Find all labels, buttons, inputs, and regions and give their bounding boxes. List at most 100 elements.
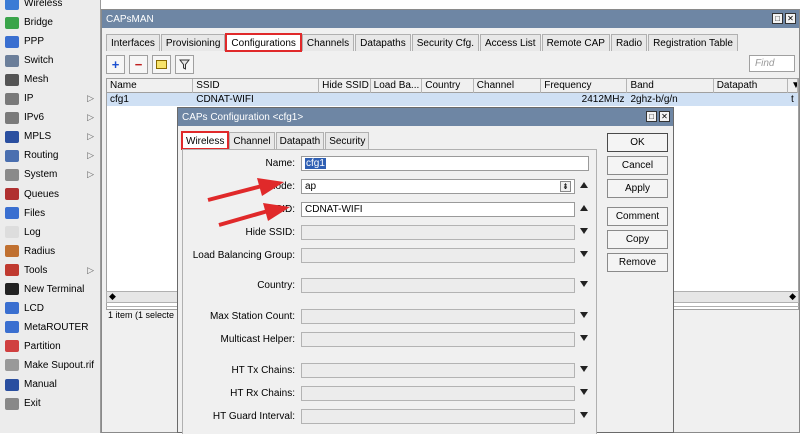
expand-down-icon[interactable]	[580, 389, 588, 395]
ok-button[interactable]: OK	[607, 133, 668, 152]
find-input[interactable]: Find	[749, 55, 795, 72]
copy-button[interactable]: Copy	[607, 230, 668, 249]
sidebar-item-metarouter[interactable]: MetaROUTER	[0, 318, 100, 337]
add-button[interactable]: +	[106, 55, 125, 74]
tab-security[interactable]: Security	[325, 132, 370, 149]
ht-guard-field[interactable]	[301, 409, 575, 424]
collapse-up-icon[interactable]	[580, 182, 588, 188]
table-row[interactable]: cfg1 CDNAT-WIFI 2412MHz 2ghz-b/g/n t	[107, 93, 798, 106]
multicast-field[interactable]	[301, 332, 575, 347]
tab-datapath[interactable]: Datapath	[275, 132, 325, 149]
column-header[interactable]: Datapath	[714, 79, 789, 93]
hide-ssid-field[interactable]	[301, 225, 575, 240]
country-field[interactable]	[301, 278, 575, 293]
sidebar-item-tools[interactable]: Tools ▷	[0, 261, 100, 280]
partition-icon	[5, 340, 19, 353]
expand-down-icon[interactable]	[580, 251, 588, 257]
comment-icon[interactable]	[152, 55, 171, 74]
capsman-titlebar[interactable]: CAPsMAN □ ✕	[102, 10, 799, 28]
scroll-right-icon[interactable]: ◆	[789, 291, 796, 302]
cell-channel	[474, 93, 541, 106]
tab-wireless[interactable]: Wireless	[180, 131, 230, 150]
scroll-left-icon[interactable]: ◆	[109, 291, 116, 302]
mode-select[interactable]: ap ⇟	[301, 179, 575, 194]
tab-datapaths[interactable]: Datapaths	[355, 34, 411, 51]
sidebar-item-label: System	[24, 169, 58, 181]
tab-registration-table[interactable]: Registration Table	[648, 34, 738, 51]
maximize-icon[interactable]: □	[646, 111, 657, 122]
column-header[interactable]: Country	[422, 79, 474, 93]
dialog-titlebar[interactable]: CAPs Configuration <cfg1> □ ✕	[178, 108, 673, 126]
expand-down-icon[interactable]	[580, 312, 588, 318]
remove-button[interactable]: Remove	[607, 253, 668, 272]
wireless-icon	[5, 0, 19, 10]
ht-tx-field[interactable]	[301, 363, 575, 378]
column-menu-icon[interactable]: ▼	[788, 79, 798, 93]
sidebar-item-lcd[interactable]: LCD	[0, 299, 100, 318]
sidebar-item-routing[interactable]: Routing ▷	[0, 146, 100, 165]
sidebar-item-label: Exit	[24, 398, 41, 410]
apply-button[interactable]: Apply	[607, 179, 668, 198]
expand-down-icon[interactable]	[580, 366, 588, 372]
sidebar-item-files[interactable]: Files	[0, 204, 100, 223]
name-field[interactable]: cfg1	[301, 156, 589, 171]
sidebar-item-wireless[interactable]: Wireless	[0, 0, 100, 13]
tab-security-cfg[interactable]: Security Cfg.	[411, 34, 479, 51]
tab-radio[interactable]: Radio	[610, 34, 648, 51]
cell-overflow: t	[791, 94, 794, 105]
sidebar-item-log[interactable]: Log	[0, 223, 100, 242]
load-balancing-field[interactable]	[301, 248, 575, 263]
column-header[interactable]: Frequency	[541, 79, 628, 93]
expand-down-icon[interactable]	[580, 412, 588, 418]
expand-down-icon[interactable]	[580, 281, 588, 287]
column-header[interactable]: SSID	[193, 79, 320, 93]
cancel-button[interactable]: Cancel	[607, 156, 668, 175]
ht-rx-field[interactable]	[301, 386, 575, 401]
sidebar-item-mpls[interactable]: MPLS ▷	[0, 127, 100, 146]
sidebar-item-system[interactable]: System ▷	[0, 165, 100, 184]
collapse-up-icon[interactable]	[580, 205, 588, 211]
maximize-icon[interactable]: □	[772, 13, 783, 24]
column-header[interactable]: Hide SSID	[319, 79, 371, 93]
tab-channel[interactable]: Channel	[229, 132, 275, 149]
max-station-field[interactable]	[301, 309, 575, 324]
dropdown-icon[interactable]: ⇟	[560, 181, 571, 192]
sidebar-item-queues[interactable]: Queues	[0, 185, 100, 204]
sidebar-item-ipv6[interactable]: IPv6 ▷	[0, 108, 100, 127]
tab-interfaces[interactable]: Interfaces	[106, 34, 160, 51]
tab-channels[interactable]: Channels	[301, 34, 355, 51]
cell-datapath	[714, 93, 788, 106]
sidebar-item-radius[interactable]: Radius	[0, 242, 100, 261]
comment-button[interactable]: Comment	[607, 207, 668, 226]
sidebar-item-ppp[interactable]: PPP	[0, 32, 100, 51]
sidebar-item-label: Wireless	[24, 0, 63, 9]
table-header: Name SSID Hide SSID Load Ba... Country Channe…	[107, 79, 798, 93]
sidebar-item-exit[interactable]: Exit	[0, 394, 100, 413]
sidebar-item-make-supout-rif[interactable]: Make Supout.rif	[0, 356, 100, 375]
sidebar-item-manual[interactable]: Manual	[0, 375, 100, 394]
column-header[interactable]: Channel	[474, 79, 542, 93]
sidebar-item-new-terminal[interactable]: New Terminal	[0, 280, 100, 299]
sidebar-item-ip[interactable]: IP ▷	[0, 89, 100, 108]
remove-button[interactable]: −	[129, 55, 148, 74]
tab-access-list[interactable]: Access List	[480, 34, 541, 51]
filter-icon[interactable]	[175, 55, 194, 74]
tab-provisioning[interactable]: Provisioning	[160, 34, 226, 51]
tab-remote-cap[interactable]: Remote CAP	[541, 34, 610, 51]
close-icon[interactable]: ✕	[659, 111, 670, 122]
expand-down-icon[interactable]	[580, 335, 588, 341]
sidebar-item-mesh[interactable]: Mesh	[0, 70, 100, 89]
tab-configurations[interactable]: Configurations	[225, 33, 302, 52]
sidebar-item-switch[interactable]: Switch	[0, 51, 100, 70]
column-header[interactable]: Load Ba...	[371, 79, 423, 93]
ssid-field[interactable]: CDNAT-WIFI	[301, 202, 575, 217]
sidebar-item-bridge[interactable]: Bridge	[0, 13, 100, 32]
sidebar-menu: Wireless Bridge PPP Switch Mesh IP ▷ IPv6 ▷ MPLS ▷…	[0, 0, 101, 433]
capsman-tabs: Interfaces Provisioning Configurations Chan…	[106, 33, 739, 52]
expand-down-icon[interactable]	[580, 228, 588, 234]
sidebar-item-partition[interactable]: Partition	[0, 337, 100, 356]
close-icon[interactable]: ✕	[785, 13, 796, 24]
column-header[interactable]: Band	[627, 79, 714, 93]
column-header[interactable]: Name	[107, 79, 194, 93]
wireless-panel: Name: cfg1 Mode: ap ⇟ SSID: CDNAT-WIFI H…	[182, 149, 597, 434]
